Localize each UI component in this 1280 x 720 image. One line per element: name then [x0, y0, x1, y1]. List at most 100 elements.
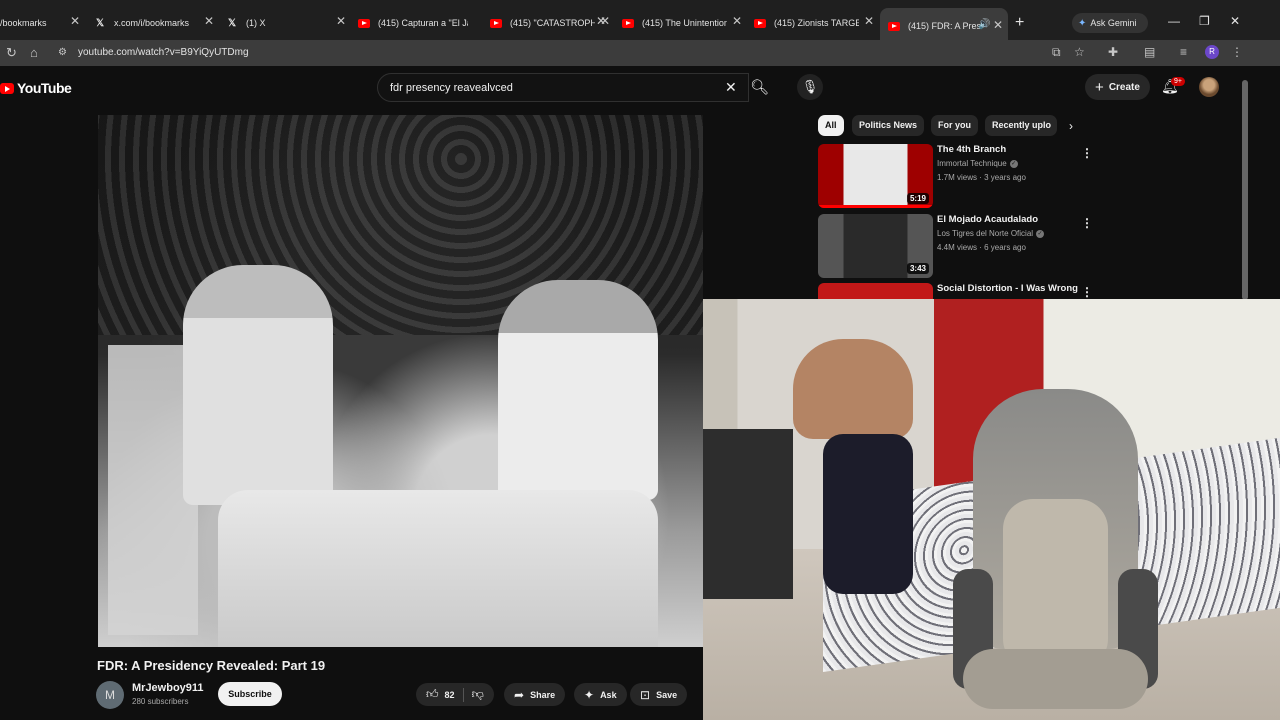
clear-search-icon[interactable]: ✕: [725, 79, 737, 96]
recommendation-title[interactable]: El Mojado Acaudalado: [937, 214, 1038, 225]
ask-button[interactable]: ✦ Ask: [574, 683, 627, 706]
youtube-icon: [0, 82, 14, 94]
chair-seat: [963, 649, 1148, 709]
more-options-icon[interactable]: ⋮: [1081, 216, 1093, 230]
tab-label: /bookmarks: [0, 18, 47, 28]
recommendation-channel: Los Tigres del Norte Oficial ✓: [937, 229, 1045, 238]
browser-tab[interactable]: 𝕏 (1) X ✕: [226, 10, 346, 36]
bookmark-star-icon[interactable]: ☆: [1074, 45, 1085, 59]
save-label: Save: [656, 689, 678, 700]
webcam-shelf: [703, 429, 793, 599]
browser-tab[interactable]: (415) The Unintention ✕: [622, 10, 742, 36]
video-thumbnail[interactable]: 5:19: [818, 144, 933, 208]
recommendation-item[interactable]: 5:19 The 4th Branch Immortal Technique ✓…: [818, 144, 1098, 210]
more-options-icon[interactable]: ⋮: [1081, 285, 1093, 299]
recommendation-item[interactable]: 3:43 El Mojado Acaudalado Los Tigres del…: [818, 214, 1098, 280]
tab-label: (415) Zionists TARGET: [774, 18, 859, 28]
ask-label: Ask: [600, 689, 617, 700]
sparkle-icon: ✦: [584, 687, 595, 702]
side-panel-icon[interactable]: ▤: [1144, 45, 1155, 59]
chair-cushion: [1003, 499, 1108, 669]
search-icon[interactable]: 🔍︎: [750, 78, 769, 96]
youtube-icon: [358, 17, 370, 29]
share-icon: ➦: [514, 687, 525, 702]
save-button[interactable]: ⊡ Save: [630, 683, 688, 706]
browser-menu-icon[interactable]: ⋮: [1231, 45, 1243, 59]
recommendation-meta: 1.7M views · 3 years ago: [937, 173, 1026, 182]
close-tab-icon[interactable]: ✕: [732, 14, 742, 28]
webcam-overlay: [703, 299, 1280, 720]
browser-tab[interactable]: 𝕏 x.com/i/bookmarks ✕: [94, 10, 214, 36]
close-tab-icon[interactable]: ✕: [204, 14, 214, 28]
address-bar: ↻ ⌂ ⚙ youtube.com/watch?v=B9YiQyUTDmg ⧉ …: [0, 40, 1280, 66]
gemini-icon: ✦: [1078, 17, 1087, 29]
notification-badge: 9+: [1171, 77, 1185, 86]
microphone-icon[interactable]: 🎙︎: [797, 74, 823, 100]
channel-name: Immortal Technique: [937, 159, 1007, 168]
scrollbar-thumb[interactable]: [1242, 80, 1248, 300]
share-label: Share: [530, 689, 556, 700]
youtube-logo[interactable]: YouTube: [0, 80, 72, 96]
channel-name[interactable]: MrJewboy911: [132, 682, 204, 694]
video-thumbnail[interactable]: [818, 283, 933, 299]
url-field[interactable]: youtube.com/watch?v=B9YiQyUTDmg: [78, 47, 249, 58]
profile-avatar[interactable]: R: [1205, 45, 1219, 59]
minimize-icon[interactable]: —: [1168, 14, 1180, 28]
close-tab-icon[interactable]: ✕: [864, 14, 874, 28]
chevron-right-icon[interactable]: ›: [1069, 119, 1073, 133]
create-button[interactable]: + Create: [1085, 74, 1150, 100]
search-input[interactable]: fdr presency reavealvced: [390, 82, 513, 94]
youtube-icon: [754, 17, 766, 29]
account-avatar[interactable]: [1199, 77, 1219, 97]
chip-for-you[interactable]: For you: [931, 115, 978, 136]
reload-icon[interactable]: ↻: [6, 45, 17, 61]
recommendation-meta: 4.4M views · 6 years ago: [937, 243, 1026, 252]
search-box[interactable]: fdr presency reavealvced ✕: [377, 73, 749, 102]
site-info-icon[interactable]: ⚙: [58, 47, 67, 58]
close-window-icon[interactable]: ✕: [1230, 14, 1240, 28]
video-thumbnail[interactable]: 3:43: [818, 214, 933, 278]
install-app-icon[interactable]: ⧉: [1052, 45, 1061, 60]
browser-tab[interactable]: (415) "CATASTROPHIC ✕: [490, 10, 610, 36]
chip-recently-uploaded[interactable]: Recently uplo: [985, 115, 1057, 136]
youtube-icon: [888, 20, 900, 32]
browser-tab-active[interactable]: (415) FDR: A Presid 🔊 ✕: [880, 8, 1008, 44]
close-tab-icon[interactable]: ✕: [993, 18, 1008, 32]
reading-list-icon[interactable]: ≡: [1180, 45, 1187, 59]
recommendation-title[interactable]: Social Distortion - I Was Wrong: [937, 283, 1078, 294]
channel-avatar[interactable]: M: [96, 681, 124, 709]
ask-gemini-label: Ask Gemini: [1090, 18, 1137, 28]
speaker-icon[interactable]: 🔊: [978, 19, 990, 30]
home-icon[interactable]: ⌂: [30, 45, 38, 60]
youtube-logo-text: YouTube: [17, 80, 72, 96]
ask-gemini-button[interactable]: ✦ Ask Gemini: [1072, 13, 1148, 33]
subscriber-count: 280 subscribers: [132, 697, 189, 706]
share-button[interactable]: ➦ Share: [504, 683, 566, 706]
new-tab-icon[interactable]: +: [1015, 14, 1024, 32]
close-tab-icon[interactable]: ✕: [600, 14, 610, 28]
gaming-chair: [953, 389, 1158, 720]
more-options-icon[interactable]: ⋮: [1081, 146, 1093, 160]
close-tab-icon[interactable]: ✕: [336, 14, 346, 28]
browser-tab[interactable]: /bookmarks ✕: [0, 10, 80, 36]
thumbs-down-icon[interactable]: 👎︎: [472, 687, 484, 702]
browser-tab[interactable]: (415) Zionists TARGET ✕: [754, 10, 874, 36]
recommendation-title[interactable]: The 4th Branch: [937, 144, 1006, 155]
thumbs-up-icon[interactable]: 👍︎: [426, 687, 439, 702]
extensions-icon[interactable]: ✚: [1108, 45, 1118, 59]
chip-politics-news[interactable]: Politics News: [852, 115, 925, 136]
maximize-icon[interactable]: ❐: [1199, 14, 1210, 28]
youtube-icon: [622, 17, 634, 29]
browser-tab-bar: /bookmarks ✕ 𝕏 x.com/i/bookmarks ✕ 𝕏 (1)…: [0, 0, 1280, 44]
close-tab-icon[interactable]: ✕: [70, 14, 80, 28]
like-divider: [462, 687, 464, 702]
video-frame-table: [218, 490, 658, 647]
tab-label: (1) X: [246, 18, 266, 28]
video-title: FDR: A Presidency Revealed: Part 19: [97, 658, 326, 673]
recommendation-item[interactable]: Social Distortion - I Was Wrong ⋮: [818, 283, 1098, 299]
video-player[interactable]: [98, 115, 703, 647]
watch-progress-bar: [818, 205, 933, 208]
subscribe-button[interactable]: Subscribe: [218, 682, 282, 706]
chip-all[interactable]: All: [818, 115, 844, 136]
webcam-person-shorts: [823, 434, 913, 594]
